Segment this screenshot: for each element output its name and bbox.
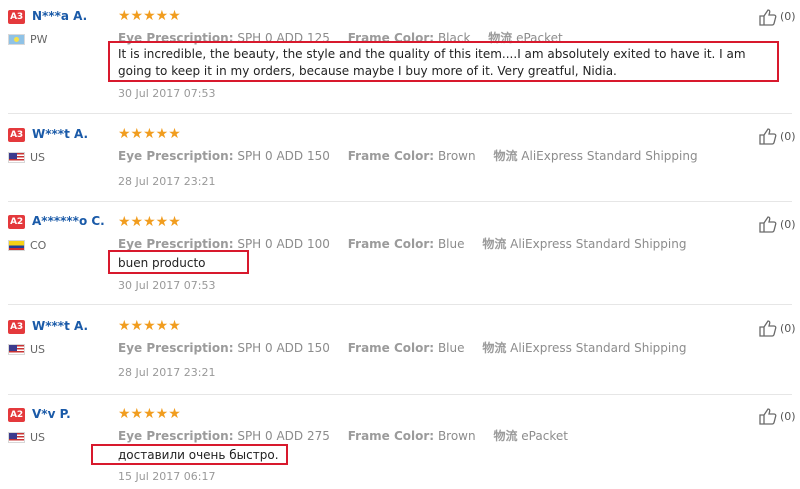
order-info: Eye Prescription: SPH 0 ADD 150 Frame Co… [118, 147, 712, 164]
frame-color-label: Frame Color: [347, 341, 435, 355]
review-item: A3 W***t A. US ★★★★★ Eye Prescription: S… [0, 114, 800, 202]
thumbs-up-icon[interactable] [758, 214, 778, 234]
star-rating: ★★★★★ [118, 318, 181, 334]
review-item: A3 N***a A. PW ★★★★★ Eye Prescription: S… [0, 0, 800, 108]
review-date: 28 Jul 2017 23:21 [118, 366, 216, 379]
frame-color-label: Frame Color: [347, 149, 435, 163]
shipping-label: 物流 [482, 341, 507, 355]
review-date: 30 Jul 2017 07:53 [118, 87, 216, 100]
reviewer-country: CO [30, 239, 47, 252]
reviewer-name[interactable]: V*v P. [32, 407, 71, 421]
thumbs-up-icon[interactable] [758, 406, 778, 426]
us-flag-icon [8, 152, 25, 163]
like-count: (0) [780, 10, 796, 23]
frame-color-value: Brown [437, 149, 476, 163]
prescription-value: SPH 0 ADD 150 [237, 149, 330, 163]
review-item: A2 V*v P. US ★★★★★ Eye Prescription: SPH… [0, 395, 800, 489]
frame-color-value: Brown [437, 429, 476, 443]
star-rating: ★★★★★ [118, 8, 181, 24]
reviewer-name[interactable]: W***t A. [32, 319, 88, 333]
co-flag-icon [8, 240, 25, 251]
shipping-value: AliExpress Standard Shipping [510, 341, 687, 355]
thumbs-up-icon[interactable] [758, 126, 778, 146]
reviewer-name[interactable]: A******o C. [32, 214, 105, 228]
thumbs-up-icon[interactable] [758, 7, 778, 27]
reviewer-country: US [30, 151, 46, 164]
shipping-value: AliExpress Standard Shipping [510, 237, 687, 251]
buyer-level-badge: A2 [8, 215, 25, 229]
order-info: Eye Prescription: SPH 0 ADD 275 Frame Co… [118, 427, 582, 444]
prescription-label: Eye Prescription: [118, 149, 234, 163]
review-date: 30 Jul 2017 07:53 [118, 279, 216, 292]
prescription-value: SPH 0 ADD 150 [237, 341, 330, 355]
us-flag-icon [8, 344, 25, 355]
buyer-level-badge: A3 [8, 128, 25, 142]
review-date: 15 Jul 2017 06:17 [118, 470, 216, 483]
reviewer-country: PW [30, 33, 48, 46]
prescription-value: SPH 0 ADD 100 [237, 237, 330, 251]
frame-color-value: Blue [437, 237, 465, 251]
star-rating: ★★★★★ [118, 214, 181, 230]
review-item: A2 A******o C. CO ★★★★★ Eye Prescription… [0, 202, 800, 302]
buyer-level-badge: A2 [8, 408, 25, 422]
reviewer-name[interactable]: W***t A. [32, 127, 88, 141]
pw-flag-icon [8, 34, 25, 45]
prescription-label: Eye Prescription: [118, 341, 234, 355]
shipping-label: 物流 [482, 237, 507, 251]
review-comment: доставили очень быстро. [118, 448, 279, 462]
prescription-label: Eye Prescription: [118, 237, 234, 251]
star-rating: ★★★★★ [118, 406, 181, 422]
frame-color-label: Frame Color: [347, 237, 435, 251]
review-comment: buen producto [118, 256, 206, 270]
prescription-label: Eye Prescription: [118, 429, 234, 443]
like-count: (0) [780, 410, 796, 423]
review-date: 28 Jul 2017 23:21 [118, 175, 216, 188]
frame-color-value: Blue [437, 341, 465, 355]
shipping-label: 物流 [493, 149, 518, 163]
shipping-value: ePacket [521, 429, 568, 443]
us-flag-icon [8, 432, 25, 443]
thumbs-up-icon[interactable] [758, 318, 778, 338]
review-item: A3 W***t A. US ★★★★★ Eye Prescription: S… [0, 305, 800, 393]
shipping-value: AliExpress Standard Shipping [521, 149, 698, 163]
buyer-level-badge: A3 [8, 10, 25, 24]
review-comment: It is incredible, the beauty, the style … [118, 47, 746, 78]
like-count: (0) [780, 218, 796, 231]
frame-color-label: Frame Color: [347, 429, 435, 443]
like-count: (0) [780, 130, 796, 143]
star-rating: ★★★★★ [118, 126, 181, 142]
buyer-level-badge: A3 [8, 320, 25, 334]
shipping-label: 物流 [493, 429, 518, 443]
reviewer-country: US [30, 343, 46, 356]
prescription-value: SPH 0 ADD 275 [237, 429, 330, 443]
order-info: Eye Prescription: SPH 0 ADD 150 Frame Co… [118, 339, 700, 356]
reviewer-name[interactable]: N***a A. [32, 9, 87, 23]
reviewer-country: US [30, 431, 46, 444]
like-count: (0) [780, 322, 796, 335]
